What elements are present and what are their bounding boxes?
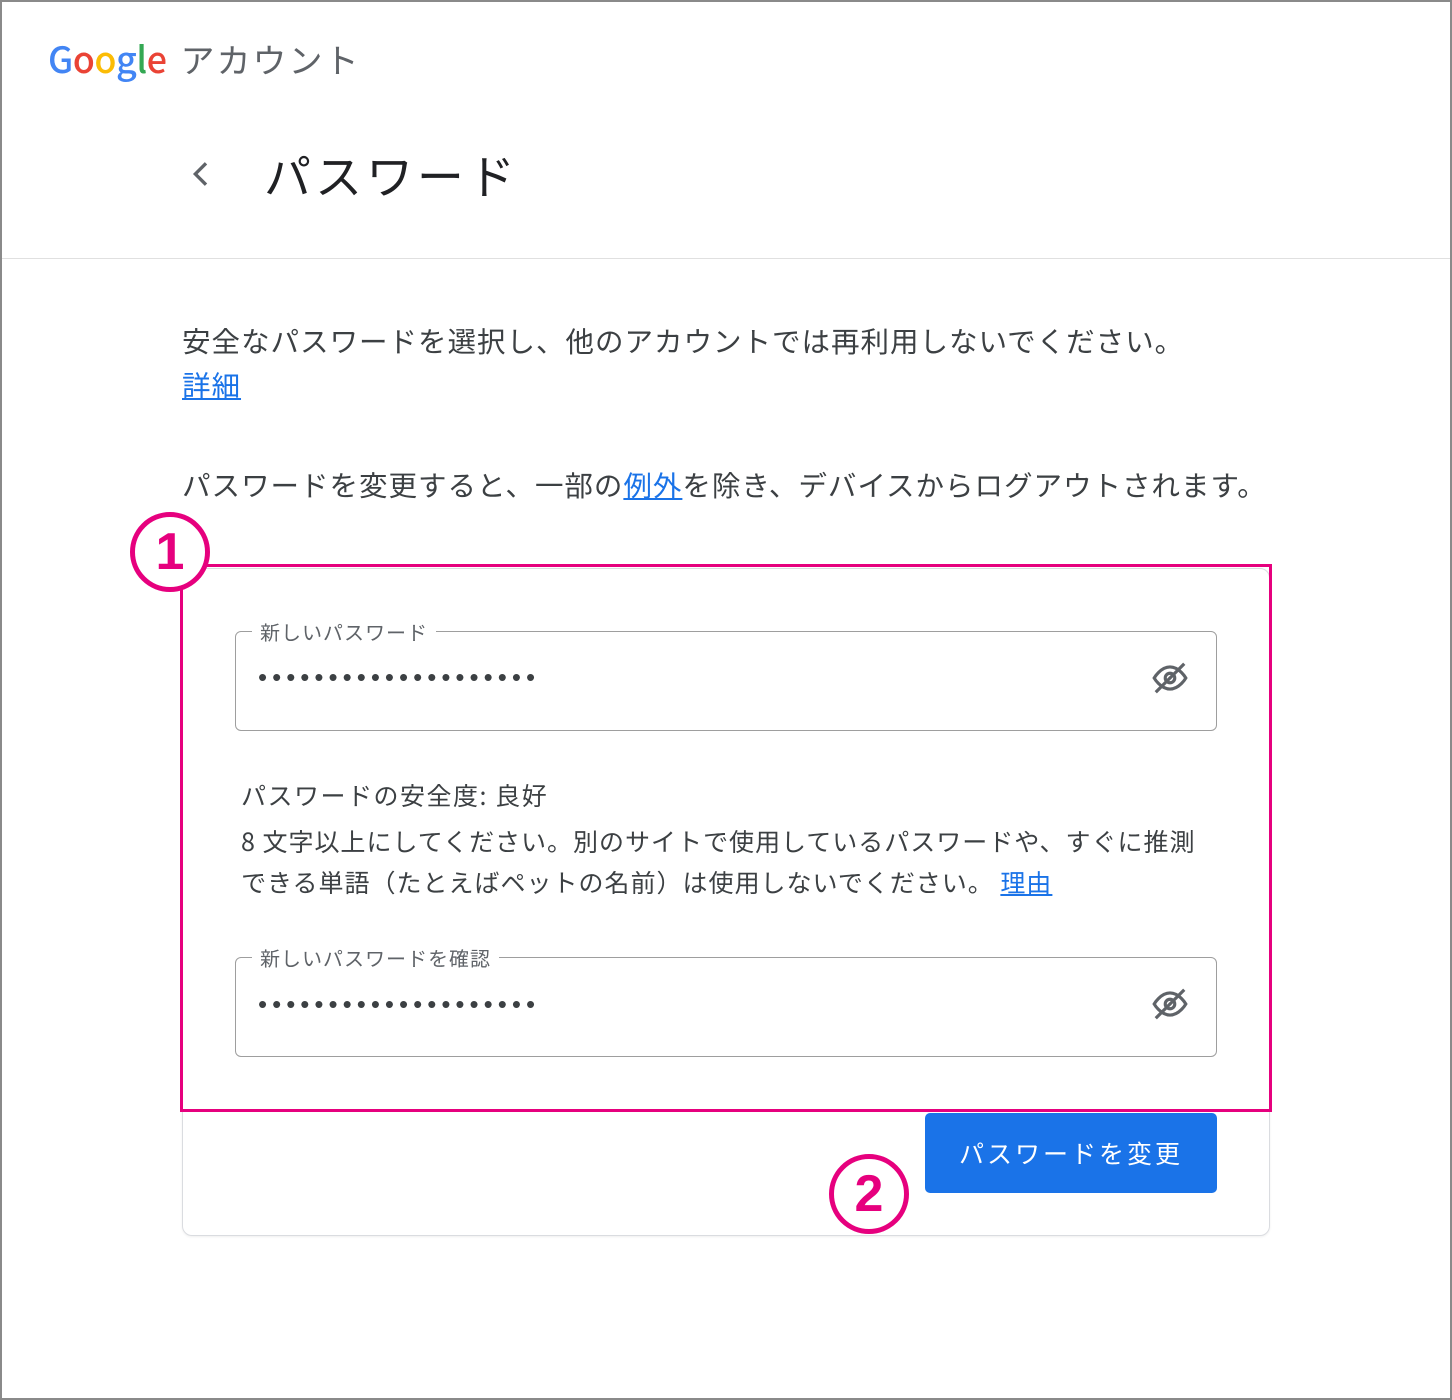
annotation-callout-2: 2 [829, 1154, 909, 1234]
confirm-password-label: 新しいパスワードを確認 [252, 943, 499, 972]
details-link[interactable]: 詳細 [182, 364, 241, 405]
back-arrow-icon[interactable] [180, 152, 224, 196]
password-card: 新しいパスワード パスワードの安全度: 良好 8 文字以上にしてください。別のサ… [182, 568, 1270, 1237]
annotation-callout-1: 1 [130, 512, 210, 592]
topbar: Google アカウント [2, 2, 1450, 124]
toggle-visibility-icon[interactable] [1146, 980, 1194, 1028]
logout-warning: パスワードを変更すると、一部の例外を除き、デバイスからログアウトされます。 [182, 462, 1270, 508]
password-strength: パスワードの安全度: 良好 [241, 777, 1211, 813]
new-password-field: 新しいパスワード [235, 617, 1217, 731]
exceptions-link[interactable]: 例外 [623, 464, 682, 505]
page-title: パスワード [264, 139, 519, 208]
change-password-button[interactable]: パスワードを変更 [925, 1113, 1217, 1193]
reason-link[interactable]: 理由 [1000, 864, 1052, 900]
confirm-password-field: 新しいパスワードを確認 [235, 943, 1217, 1057]
google-logo: Google [48, 32, 166, 84]
toggle-visibility-icon[interactable] [1146, 654, 1194, 702]
intro-text: 安全なパスワードを選択し、他のアカウントでは再利用しないでください。 詳細 [182, 319, 1270, 407]
new-password-input[interactable] [258, 662, 1146, 693]
confirm-password-input[interactable] [258, 989, 1146, 1020]
new-password-label: 新しいパスワード [252, 617, 436, 646]
page-header: パスワード [2, 124, 1450, 259]
account-label: アカウント [180, 34, 360, 83]
password-hint: 8 文字以上にしてください。別のサイトで使用しているパスワードや、すぐに推測でき… [241, 821, 1211, 904]
